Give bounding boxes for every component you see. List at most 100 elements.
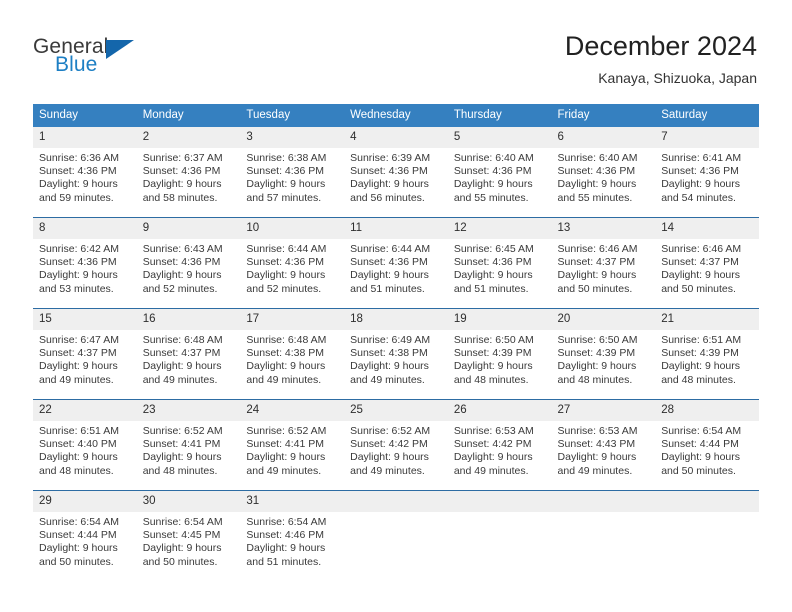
calendar-day-cell[interactable]: 30 Sunrise: 6:54 AM Sunset: 4:45 PM Dayligh… bbox=[136, 490, 241, 571]
calendar-day-cell[interactable]: 2 Sunrise: 6:37 AM Sunset: 4:36 PM Daylight… bbox=[136, 127, 241, 207]
day-number: 10 bbox=[240, 218, 345, 239]
sunrise-time: Sunrise: 6:48 AM bbox=[246, 334, 327, 346]
daylight-duration-line2: and 49 minutes. bbox=[350, 464, 425, 477]
sunrise-time: Sunrise: 6:53 AM bbox=[557, 425, 638, 437]
calendar-day-cell[interactable]: 27 Sunrise: 6:53 AM Sunset: 4:43 PM Dayligh… bbox=[551, 399, 656, 480]
daylight-duration-line2: and 49 minutes. bbox=[557, 464, 633, 477]
day-number: 9 bbox=[136, 218, 241, 239]
sunrise-time: Sunrise: 6:44 AM bbox=[246, 243, 327, 255]
day-details: Sunrise: 6:53 AM Sunset: 4:42 PM Daylight:… bbox=[448, 421, 552, 478]
calendar-day-cell[interactable]: 14 Sunrise: 6:46 AM Sunset: 4:37 PM Dayligh… bbox=[655, 217, 759, 298]
daylight-duration-line2: and 49 minutes. bbox=[350, 373, 425, 386]
day-number: 14 bbox=[655, 218, 759, 239]
sunrise-time: Sunrise: 6:52 AM bbox=[246, 425, 327, 437]
calendar-day-cell[interactable]: 29 Sunrise: 6:54 AM Sunset: 4:44 PM Dayligh… bbox=[33, 490, 137, 571]
daylight-duration-line1: Daylight: 9 hours bbox=[142, 451, 222, 464]
calendar-week-row: 1 Sunrise: 6:36 AM Sunset: 4:36 PM Daylight… bbox=[33, 127, 759, 207]
daylight-duration-line2: and 48 minutes. bbox=[557, 373, 633, 386]
sunset-time: Sunset: 4:44 PM bbox=[39, 529, 117, 542]
calendar-day-cell[interactable]: 3 Sunrise: 6:38 AM Sunset: 4:36 PM Daylight… bbox=[240, 127, 345, 207]
week-spacer-cell bbox=[33, 480, 759, 491]
daylight-duration-line2: and 59 minutes. bbox=[39, 191, 114, 204]
daylight-duration-line2: and 49 minutes. bbox=[39, 373, 114, 386]
calendar-day-cell[interactable]: 11 Sunrise: 6:44 AM Sunset: 4:36 PM Dayligh… bbox=[344, 217, 448, 298]
day-details: Sunrise: 6:48 AM Sunset: 4:38 PM Daylight:… bbox=[240, 330, 344, 387]
daylight-duration-line2: and 49 minutes. bbox=[246, 373, 322, 386]
daylight-duration-line2: and 49 minutes. bbox=[453, 464, 529, 477]
calendar-day-cell[interactable]: 18 Sunrise: 6:49 AM Sunset: 4:38 PM Dayligh… bbox=[344, 308, 448, 389]
calendar-day-cell[interactable]: 13 Sunrise: 6:46 AM Sunset: 4:37 PM Dayligh… bbox=[551, 217, 656, 298]
day-number: 28 bbox=[655, 400, 759, 421]
calendar-day-cell[interactable]: 26 Sunrise: 6:53 AM Sunset: 4:42 PM Dayligh… bbox=[447, 399, 552, 480]
calendar-day-cell[interactable]: 5 Sunrise: 6:40 AM Sunset: 4:36 PM Daylight… bbox=[447, 127, 552, 207]
page-header: General Blue December 2024 Kanaya, Shizu… bbox=[0, 0, 792, 100]
calendar-day-cell[interactable]: 12 Sunrise: 6:45 AM Sunset: 4:36 PM Dayligh… bbox=[447, 217, 552, 298]
day-number: 23 bbox=[136, 400, 241, 421]
week-spacer-cell bbox=[33, 389, 759, 400]
calendar-day-cell-empty bbox=[447, 490, 552, 571]
daylight-duration-line1: Daylight: 9 hours bbox=[246, 360, 326, 373]
calendar-day-cell-empty bbox=[344, 490, 448, 571]
sunrise-time: Sunrise: 6:54 AM bbox=[142, 516, 223, 528]
calendar-day-cell[interactable]: 6 Sunrise: 6:40 AM Sunset: 4:36 PM Daylight… bbox=[551, 127, 656, 207]
calendar-day-cell[interactable]: 31 Sunrise: 6:54 AM Sunset: 4:46 PM Dayligh… bbox=[240, 490, 345, 571]
daylight-duration-line1: Daylight: 9 hours bbox=[350, 360, 429, 373]
calendar-day-cell[interactable]: 16 Sunrise: 6:48 AM Sunset: 4:37 PM Dayligh… bbox=[136, 308, 241, 389]
day-details: Sunrise: 6:41 AM Sunset: 4:36 PM Daylight:… bbox=[655, 148, 759, 205]
day-number: 6 bbox=[551, 127, 656, 148]
sunrise-time: Sunrise: 6:44 AM bbox=[350, 243, 431, 255]
calendar-page: General Blue December 2024 Kanaya, Shizu… bbox=[0, 0, 792, 612]
calendar-day-cell[interactable]: 4 Sunrise: 6:39 AM Sunset: 4:36 PM Daylight… bbox=[344, 127, 448, 207]
brand-logo[interactable]: General Blue bbox=[33, 36, 263, 88]
calendar-day-cell[interactable]: 8 Sunrise: 6:42 AM Sunset: 4:36 PM Daylight… bbox=[33, 217, 137, 298]
sunrise-time: Sunrise: 6:46 AM bbox=[661, 243, 742, 255]
day-number bbox=[344, 491, 448, 512]
calendar-day-cell[interactable]: 21 Sunrise: 6:51 AM Sunset: 4:39 PM Dayligh… bbox=[655, 308, 759, 389]
sunset-time: Sunset: 4:36 PM bbox=[246, 256, 325, 269]
calendar-day-cell[interactable]: 1 Sunrise: 6:36 AM Sunset: 4:36 PM Daylight… bbox=[33, 127, 137, 207]
calendar-day-cell[interactable]: 15 Sunrise: 6:47 AM Sunset: 4:37 PM Dayligh… bbox=[33, 308, 137, 389]
calendar-header-row: Sunday Monday Tuesday Wednesday Thursday… bbox=[33, 104, 759, 127]
daylight-duration-line1: Daylight: 9 hours bbox=[557, 269, 637, 282]
daylight-duration-line1: Daylight: 9 hours bbox=[39, 178, 118, 191]
day-number: 8 bbox=[33, 218, 137, 239]
sunset-time: Sunset: 4:39 PM bbox=[557, 347, 636, 360]
title-block: December 2024 Kanaya, Shizuoka, Japan bbox=[565, 30, 757, 87]
sunset-time: Sunset: 4:37 PM bbox=[557, 256, 636, 269]
day-number bbox=[447, 491, 552, 512]
sunset-time: Sunset: 4:43 PM bbox=[557, 438, 636, 451]
sunset-time: Sunset: 4:36 PM bbox=[142, 165, 221, 178]
sunrise-time: Sunrise: 6:46 AM bbox=[557, 243, 638, 255]
calendar-day-cell[interactable]: 22 Sunrise: 6:51 AM Sunset: 4:40 PM Dayligh… bbox=[33, 399, 137, 480]
day-number: 4 bbox=[344, 127, 448, 148]
daylight-duration-line2: and 56 minutes. bbox=[350, 191, 425, 204]
daylight-duration-line1: Daylight: 9 hours bbox=[350, 178, 429, 191]
calendar-day-cell[interactable]: 10 Sunrise: 6:44 AM Sunset: 4:36 PM Dayligh… bbox=[240, 217, 345, 298]
calendar-day-cell[interactable]: 23 Sunrise: 6:52 AM Sunset: 4:41 PM Dayligh… bbox=[136, 399, 241, 480]
calendar-day-cell[interactable]: 28 Sunrise: 6:54 AM Sunset: 4:44 PM Dayligh… bbox=[655, 399, 759, 480]
calendar-day-cell[interactable]: 24 Sunrise: 6:52 AM Sunset: 4:41 PM Dayligh… bbox=[240, 399, 345, 480]
sunrise-time: Sunrise: 6:54 AM bbox=[39, 516, 119, 528]
day-number bbox=[551, 491, 656, 512]
day-number: 15 bbox=[33, 309, 137, 330]
calendar-day-cell[interactable]: 19 Sunrise: 6:50 AM Sunset: 4:39 PM Dayligh… bbox=[447, 308, 552, 389]
day-number: 26 bbox=[447, 400, 552, 421]
day-details: Sunrise: 6:46 AM Sunset: 4:37 PM Daylight:… bbox=[552, 239, 656, 296]
calendar-day-cell[interactable]: 9 Sunrise: 6:43 AM Sunset: 4:36 PM Daylight… bbox=[136, 217, 241, 298]
daylight-duration-line1: Daylight: 9 hours bbox=[39, 360, 118, 373]
calendar-day-cell[interactable]: 17 Sunrise: 6:48 AM Sunset: 4:38 PM Dayligh… bbox=[240, 308, 345, 389]
daylight-duration-line2: and 55 minutes. bbox=[557, 191, 633, 204]
day-number: 31 bbox=[240, 491, 345, 512]
sunset-time: Sunset: 4:40 PM bbox=[39, 438, 117, 451]
daylight-duration-line2: and 52 minutes. bbox=[246, 282, 322, 295]
week-spacer-cell bbox=[33, 207, 759, 218]
daylight-duration-line1: Daylight: 9 hours bbox=[142, 178, 222, 191]
calendar-day-cell[interactable]: 20 Sunrise: 6:50 AM Sunset: 4:39 PM Dayligh… bbox=[551, 308, 656, 389]
daylight-duration-line1: Daylight: 9 hours bbox=[246, 178, 326, 191]
daylight-duration-line1: Daylight: 9 hours bbox=[661, 451, 741, 464]
calendar-day-cell[interactable]: 25 Sunrise: 6:52 AM Sunset: 4:42 PM Dayligh… bbox=[344, 399, 448, 480]
week-spacer bbox=[33, 389, 759, 400]
calendar-day-cell[interactable]: 7 Sunrise: 6:41 AM Sunset: 4:36 PM Daylight… bbox=[655, 127, 759, 207]
daylight-duration-line2: and 51 minutes. bbox=[246, 555, 322, 568]
sunset-time: Sunset: 4:37 PM bbox=[142, 347, 221, 360]
